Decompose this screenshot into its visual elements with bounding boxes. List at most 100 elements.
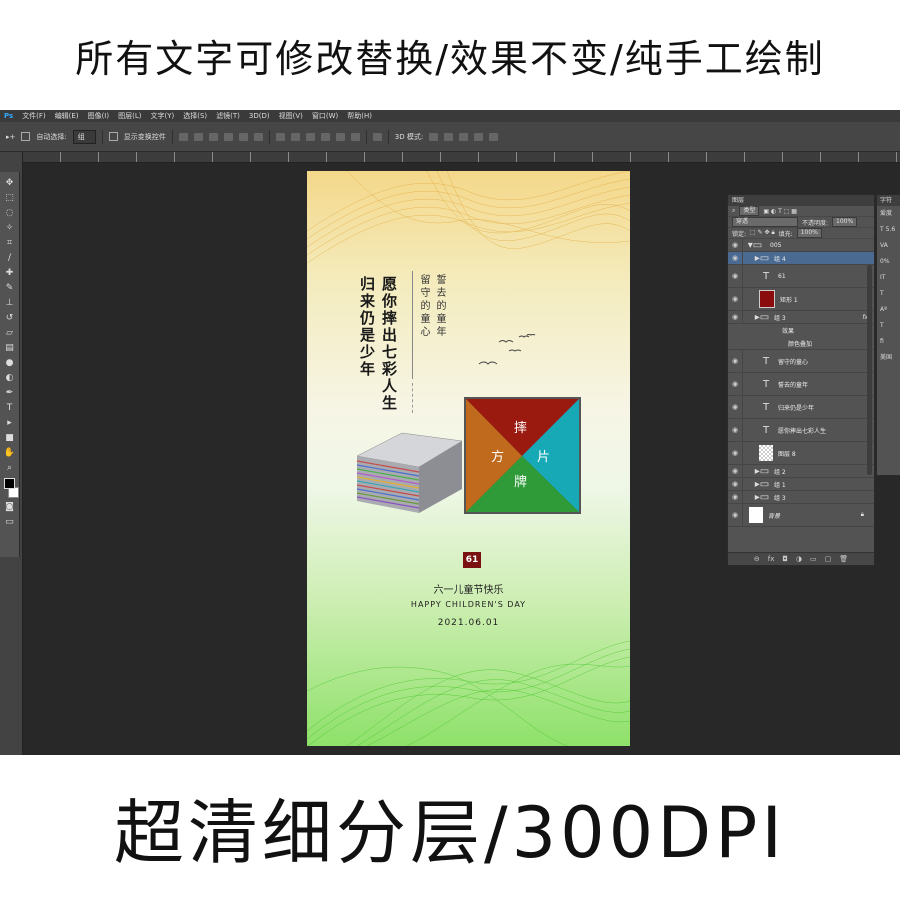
character-tab[interactable]: 字符 bbox=[877, 195, 900, 206]
eye-icon[interactable]: ◉ bbox=[728, 239, 743, 251]
layer-row[interactable]: ◉ ▾▭ 005 bbox=[728, 239, 874, 252]
layer-row[interactable]: ◉ T 誓去的童年 bbox=[728, 373, 874, 396]
3d-pan-icon[interactable] bbox=[459, 132, 469, 141]
3d-scale-icon[interactable] bbox=[489, 132, 499, 141]
language-button[interactable]: 美国 bbox=[877, 350, 900, 366]
magic-wand-icon[interactable]: ✧ bbox=[4, 223, 16, 234]
layer-effect-row[interactable]: 颜色叠加 bbox=[728, 337, 874, 350]
eye-icon[interactable]: ◉ bbox=[728, 442, 743, 464]
layer-row[interactable]: ◉ T 愿你摔出七彩人生 bbox=[728, 419, 874, 442]
3d-slide-icon[interactable] bbox=[474, 132, 484, 141]
menu-type[interactable]: 文字(Y) bbox=[150, 111, 174, 121]
eye-icon[interactable]: ◉ bbox=[728, 465, 743, 477]
crop-tool-icon[interactable]: ⌗ bbox=[4, 238, 16, 249]
char-row[interactable]: Aª bbox=[877, 302, 900, 318]
menu-3d[interactable]: 3D(D) bbox=[249, 112, 270, 120]
layer-row[interactable]: ◉ T 61 bbox=[728, 265, 874, 288]
eye-icon[interactable]: ◉ bbox=[728, 350, 743, 372]
distribute-left-icon[interactable] bbox=[320, 132, 330, 141]
filter-icons[interactable]: ▣ ◐ T ⬚ ▦ bbox=[763, 208, 797, 215]
blur-tool-icon[interactable]: ● bbox=[4, 358, 16, 369]
align-bottom-icon[interactable] bbox=[208, 132, 218, 141]
mask-icon[interactable]: ◘ bbox=[782, 555, 788, 563]
canvas-document[interactable]: 归来仍是少年 愿你摔出七彩人生 留守的童心 誓去的童年 摔 方 片 牌 61 六… bbox=[307, 171, 630, 746]
distribute-top-icon[interactable] bbox=[275, 132, 285, 141]
distribute-right-icon[interactable] bbox=[350, 132, 360, 141]
path-select-icon[interactable]: ▸ bbox=[4, 418, 16, 429]
filter-dropdown[interactable]: 类型 bbox=[739, 206, 760, 216]
menu-image[interactable]: 图像(I) bbox=[88, 111, 110, 121]
zoom-tool-icon[interactable]: ⌕ bbox=[4, 463, 16, 474]
align-right-icon[interactable] bbox=[253, 132, 263, 141]
link-icon[interactable]: ⊖ bbox=[754, 555, 760, 563]
char-row[interactable]: fi bbox=[877, 334, 900, 350]
layer-effect-row[interactable]: 效果 bbox=[728, 324, 874, 337]
auto-select-dropdown[interactable]: 组 bbox=[72, 129, 96, 144]
distribute-center-icon[interactable] bbox=[335, 132, 345, 141]
align-middle-icon[interactable] bbox=[193, 132, 203, 141]
healing-brush-icon[interactable]: ✚ bbox=[4, 268, 16, 279]
layer-row[interactable]: ◉ 图层 8 bbox=[728, 442, 874, 465]
eraser-icon[interactable]: ▱ bbox=[4, 328, 16, 339]
history-brush-icon[interactable]: ↺ bbox=[4, 313, 16, 324]
menu-filter[interactable]: 滤镜(T) bbox=[216, 111, 240, 121]
layer-row[interactable]: ◉ ▸▭ 组 3 bbox=[728, 491, 874, 504]
auto-select-checkbox[interactable] bbox=[21, 132, 31, 141]
type-tool-icon[interactable]: T bbox=[4, 403, 16, 414]
quick-mask-icon[interactable]: ◙ bbox=[4, 502, 16, 513]
fx-icon[interactable]: fx bbox=[768, 555, 775, 563]
align-left-icon[interactable] bbox=[223, 132, 233, 141]
layer-row[interactable]: ◉ T 归来仍是少年 bbox=[728, 396, 874, 419]
lasso-tool-icon[interactable]: ◌ bbox=[4, 208, 16, 219]
eye-icon[interactable]: ◉ bbox=[728, 504, 743, 526]
shape-tool-icon[interactable]: ■ bbox=[4, 433, 16, 444]
layer-row-selected[interactable]: ◉ ▸▭ 组 4 bbox=[728, 252, 874, 265]
eye-icon[interactable] bbox=[728, 337, 742, 349]
align-top-icon[interactable] bbox=[178, 132, 188, 141]
opacity-field[interactable]: 100% bbox=[832, 217, 858, 227]
transform-controls-checkbox[interactable] bbox=[108, 132, 118, 141]
clone-stamp-icon[interactable]: ⊥ bbox=[4, 298, 16, 309]
layers-tab[interactable]: 图层 bbox=[728, 195, 874, 206]
menu-edit[interactable]: 编辑(E) bbox=[55, 111, 79, 121]
eye-icon[interactable] bbox=[728, 324, 742, 337]
eye-icon[interactable]: ◉ bbox=[728, 419, 743, 441]
eye-icon[interactable]: ◉ bbox=[728, 311, 743, 323]
move-tool-icon[interactable]: ▸+ bbox=[6, 133, 15, 141]
menu-file[interactable]: 文件(F) bbox=[22, 111, 46, 121]
new-group-icon[interactable]: ▭ bbox=[810, 555, 817, 563]
screen-mode-icon[interactable]: ▭ bbox=[4, 517, 16, 528]
marquee-tool-icon[interactable]: ⬚ bbox=[4, 193, 16, 204]
layer-row[interactable]: ◉ T 留守的童心 bbox=[728, 350, 874, 373]
auto-align-icon[interactable] bbox=[372, 132, 382, 141]
char-row[interactable]: IT bbox=[877, 270, 900, 286]
align-center-icon[interactable] bbox=[238, 132, 248, 141]
blend-mode-dropdown[interactable]: 穿透 bbox=[732, 217, 798, 227]
char-row[interactable]: VA bbox=[877, 238, 900, 254]
layers-scrollbar[interactable] bbox=[867, 265, 872, 475]
menu-view[interactable]: 视图(V) bbox=[279, 111, 303, 121]
char-row[interactable]: T bbox=[877, 286, 900, 302]
hand-tool-icon[interactable]: ✋ bbox=[4, 448, 16, 459]
eye-icon[interactable]: ◉ bbox=[728, 265, 743, 287]
fill-field[interactable]: 100% bbox=[796, 228, 822, 238]
char-row[interactable]: 0% bbox=[877, 254, 900, 270]
layer-row-background[interactable]: ◉ 背景 🔒︎ bbox=[728, 504, 874, 527]
layer-row[interactable]: ◉ ▸▭ 组 2 bbox=[728, 465, 874, 478]
font-family-field[interactable]: 爱度 bbox=[877, 206, 900, 222]
menu-layer[interactable]: 图层(L) bbox=[118, 111, 141, 121]
brush-tool-icon[interactable]: ✎ bbox=[4, 283, 16, 294]
menu-select[interactable]: 选择(S) bbox=[183, 111, 207, 121]
font-size-field[interactable]: T 5.6 bbox=[877, 222, 900, 238]
new-layer-icon[interactable]: ▢ bbox=[825, 555, 832, 563]
eye-icon[interactable]: ◉ bbox=[728, 478, 743, 490]
gradient-tool-icon[interactable]: ▤ bbox=[4, 343, 16, 354]
trash-icon[interactable]: 🗑︎ bbox=[839, 555, 848, 563]
layer-row[interactable]: ◉ 矩形 1 bbox=[728, 288, 874, 311]
char-row[interactable]: T bbox=[877, 318, 900, 334]
lock-icons[interactable]: ⬚ ✎ ✥ 🔒︎ bbox=[750, 229, 775, 237]
eyedropper-icon[interactable]: ∕ bbox=[4, 253, 16, 264]
pen-tool-icon[interactable]: ✒ bbox=[4, 388, 16, 399]
eye-icon[interactable]: ◉ bbox=[728, 288, 743, 310]
eye-icon[interactable]: ◉ bbox=[728, 252, 743, 264]
